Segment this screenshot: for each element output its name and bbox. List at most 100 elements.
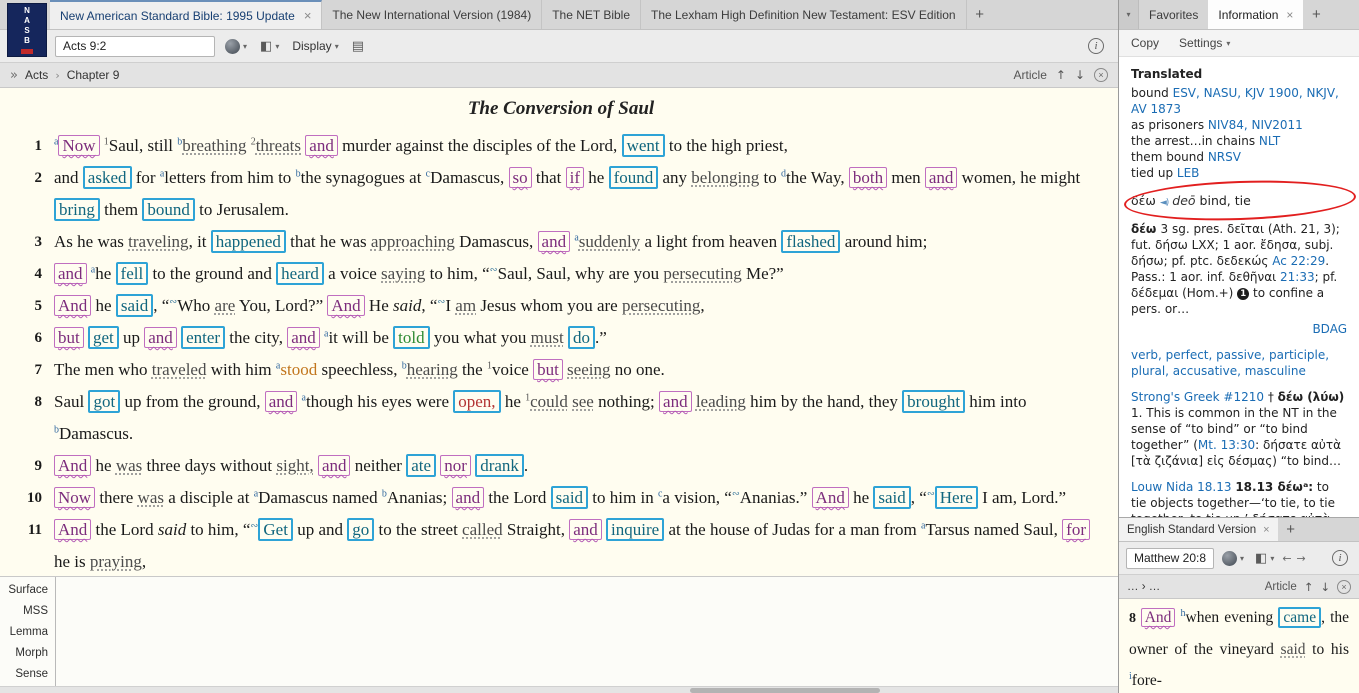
tagged-word[interactable]: saying xyxy=(381,264,425,283)
tagged-word[interactable]: belonging xyxy=(691,168,759,187)
highlighted-word[interactable]: Get xyxy=(258,518,293,541)
highlighted-word[interactable]: so xyxy=(508,167,532,188)
highlighted-word[interactable]: found xyxy=(608,166,659,189)
next-article-icon[interactable]: ↓ xyxy=(1075,68,1085,82)
highlighted-word[interactable]: told xyxy=(393,326,430,349)
tab-niv[interactable]: The New International Version (1984) xyxy=(322,0,543,29)
highlighted-word[interactable]: and xyxy=(287,327,320,348)
highlighted-word[interactable]: And xyxy=(811,487,849,508)
highlighted-word[interactable]: for xyxy=(1062,519,1090,540)
highlighted-word[interactable]: said xyxy=(115,294,154,317)
info-icon[interactable]: i xyxy=(1088,38,1104,54)
new-tab-button[interactable]: + xyxy=(1278,518,1304,541)
version-links[interactable]: LEB xyxy=(1177,166,1200,180)
tagged-word[interactable]: traveling xyxy=(128,232,188,251)
bdag-link[interactable]: BDAG xyxy=(1312,322,1347,336)
tagged-word[interactable]: praying xyxy=(90,552,142,571)
tagged-word[interactable]: could xyxy=(530,392,568,411)
tab-favorites[interactable]: Favorites xyxy=(1139,0,1208,29)
tagged-word[interactable]: am xyxy=(455,296,476,315)
highlighted-word[interactable]: And xyxy=(327,295,365,316)
highlighted-word[interactable]: fell xyxy=(115,262,149,285)
highlighted-word[interactable]: and xyxy=(924,167,958,188)
highlighted-word[interactable]: And xyxy=(1140,608,1176,627)
settings-menu[interactable]: Settings ▾ xyxy=(1179,36,1230,50)
tagged-word[interactable]: leading xyxy=(696,392,746,411)
previous-article-icon[interactable]: ↑ xyxy=(1304,580,1314,594)
close-icon[interactable]: × xyxy=(304,8,312,23)
highlighted-word[interactable]: and xyxy=(537,231,571,252)
interlinear-row-label[interactable]: Lemma xyxy=(0,626,55,647)
close-icon[interactable]: × xyxy=(1286,8,1293,22)
version-links[interactable]: NIV84, NIV2011 xyxy=(1208,118,1303,132)
highlighted-word[interactable]: bring xyxy=(54,198,100,221)
highlighted-word[interactable]: if xyxy=(565,167,585,188)
tagged-word[interactable]: sight, xyxy=(276,456,313,475)
highlighted-word[interactable]: nor xyxy=(440,455,471,476)
link[interactable]: Louw Nida 18.13 xyxy=(1131,480,1232,494)
breadcrumb-chapter[interactable]: Chapter 9 xyxy=(67,68,120,82)
tagged-word[interactable]: was xyxy=(138,488,164,507)
tagged-word[interactable]: approaching xyxy=(371,232,455,251)
reference-box[interactable] xyxy=(55,35,215,57)
highlighted-word[interactable]: and xyxy=(451,487,485,508)
tagged-word[interactable]: stood xyxy=(280,360,317,379)
highlighted-word[interactable]: and xyxy=(144,327,177,348)
scrollbar-thumb[interactable] xyxy=(690,688,880,693)
highlighted-word[interactable]: and xyxy=(54,263,87,284)
highlighted-word[interactable]: And xyxy=(54,455,92,476)
highlighted-word[interactable]: get xyxy=(87,326,119,349)
highlighted-word[interactable]: went xyxy=(621,134,665,157)
highlighted-word[interactable]: both xyxy=(848,167,888,188)
link[interactable]: Ac 22:29 xyxy=(1272,254,1325,268)
highlighted-word[interactable]: heard xyxy=(276,262,324,285)
history-forward-icon[interactable]: → xyxy=(1297,552,1306,565)
highlighted-word[interactable]: do xyxy=(567,326,595,349)
highlighted-word[interactable]: got xyxy=(88,390,121,413)
article-scope-label[interactable]: Article xyxy=(1265,581,1297,593)
tab-esv[interactable]: English Standard Version × xyxy=(1119,518,1278,541)
multiple-resources-button[interactable]: ◧ ▾ xyxy=(1252,551,1277,566)
highlighted-word[interactable]: Now xyxy=(54,487,96,508)
tagged-word[interactable]: threats xyxy=(256,136,301,155)
tagged-word[interactable]: breathing xyxy=(182,136,246,155)
close-icon[interactable]: × xyxy=(1263,524,1269,536)
link[interactable]: Strong's Greek #1210 xyxy=(1131,390,1264,404)
info-icon[interactable]: i xyxy=(1332,550,1348,566)
highlighted-word[interactable]: happened xyxy=(210,230,286,253)
highlighted-word[interactable]: And xyxy=(54,295,92,316)
display-menu-button[interactable]: Display ▾ xyxy=(289,39,341,53)
article-scope-label[interactable]: Article xyxy=(1014,68,1047,82)
highlighted-word[interactable]: and xyxy=(317,455,351,476)
tagged-word[interactable]: persecuting xyxy=(622,296,700,315)
tagged-word[interactable]: called xyxy=(462,520,503,539)
highlighted-word[interactable]: and xyxy=(305,135,338,156)
breadcrumb-path[interactable]: … › … xyxy=(1127,581,1160,593)
morphology-links[interactable]: verb, perfect, passive, participle, plur… xyxy=(1131,347,1347,379)
highlighted-word[interactable]: open, xyxy=(453,390,501,413)
highlighted-word[interactable]: brought xyxy=(902,390,966,413)
highlighted-word[interactable]: but xyxy=(54,327,84,348)
interlinear-row-label[interactable]: Morph xyxy=(0,647,55,668)
highlighted-word[interactable]: enter xyxy=(181,326,226,349)
highlighted-word[interactable]: said xyxy=(873,486,911,509)
highlighted-word[interactable]: and xyxy=(659,391,692,412)
expand-panel-icon[interactable]: » xyxy=(10,68,18,83)
copy-menu[interactable]: Copy xyxy=(1131,36,1159,50)
tagged-word[interactable]: hearing xyxy=(407,360,458,379)
highlighted-word[interactable]: but xyxy=(533,359,563,380)
new-tab-button[interactable]: + xyxy=(967,0,993,29)
interlinear-row-label[interactable]: Surface xyxy=(0,584,55,605)
history-back-icon[interactable]: ← xyxy=(1282,552,1291,565)
highlighted-word[interactable]: bound xyxy=(142,198,195,221)
highlighted-word[interactable]: asked xyxy=(82,166,132,189)
tagged-word[interactable]: was xyxy=(116,456,142,475)
breadcrumb-book[interactable]: Acts xyxy=(25,68,48,82)
horizontal-scrollbar[interactable] xyxy=(0,686,1118,693)
highlighted-word[interactable]: flashed xyxy=(781,230,841,253)
highlighted-word[interactable]: Here xyxy=(934,486,978,509)
highlighted-word[interactable]: said xyxy=(550,486,589,509)
tab-lexham-hdnt[interactable]: The Lexham High Definition New Testament… xyxy=(641,0,967,29)
tagged-word[interactable]: must xyxy=(531,328,564,347)
multiple-resources-button[interactable]: ◧ ▾ xyxy=(257,39,282,54)
